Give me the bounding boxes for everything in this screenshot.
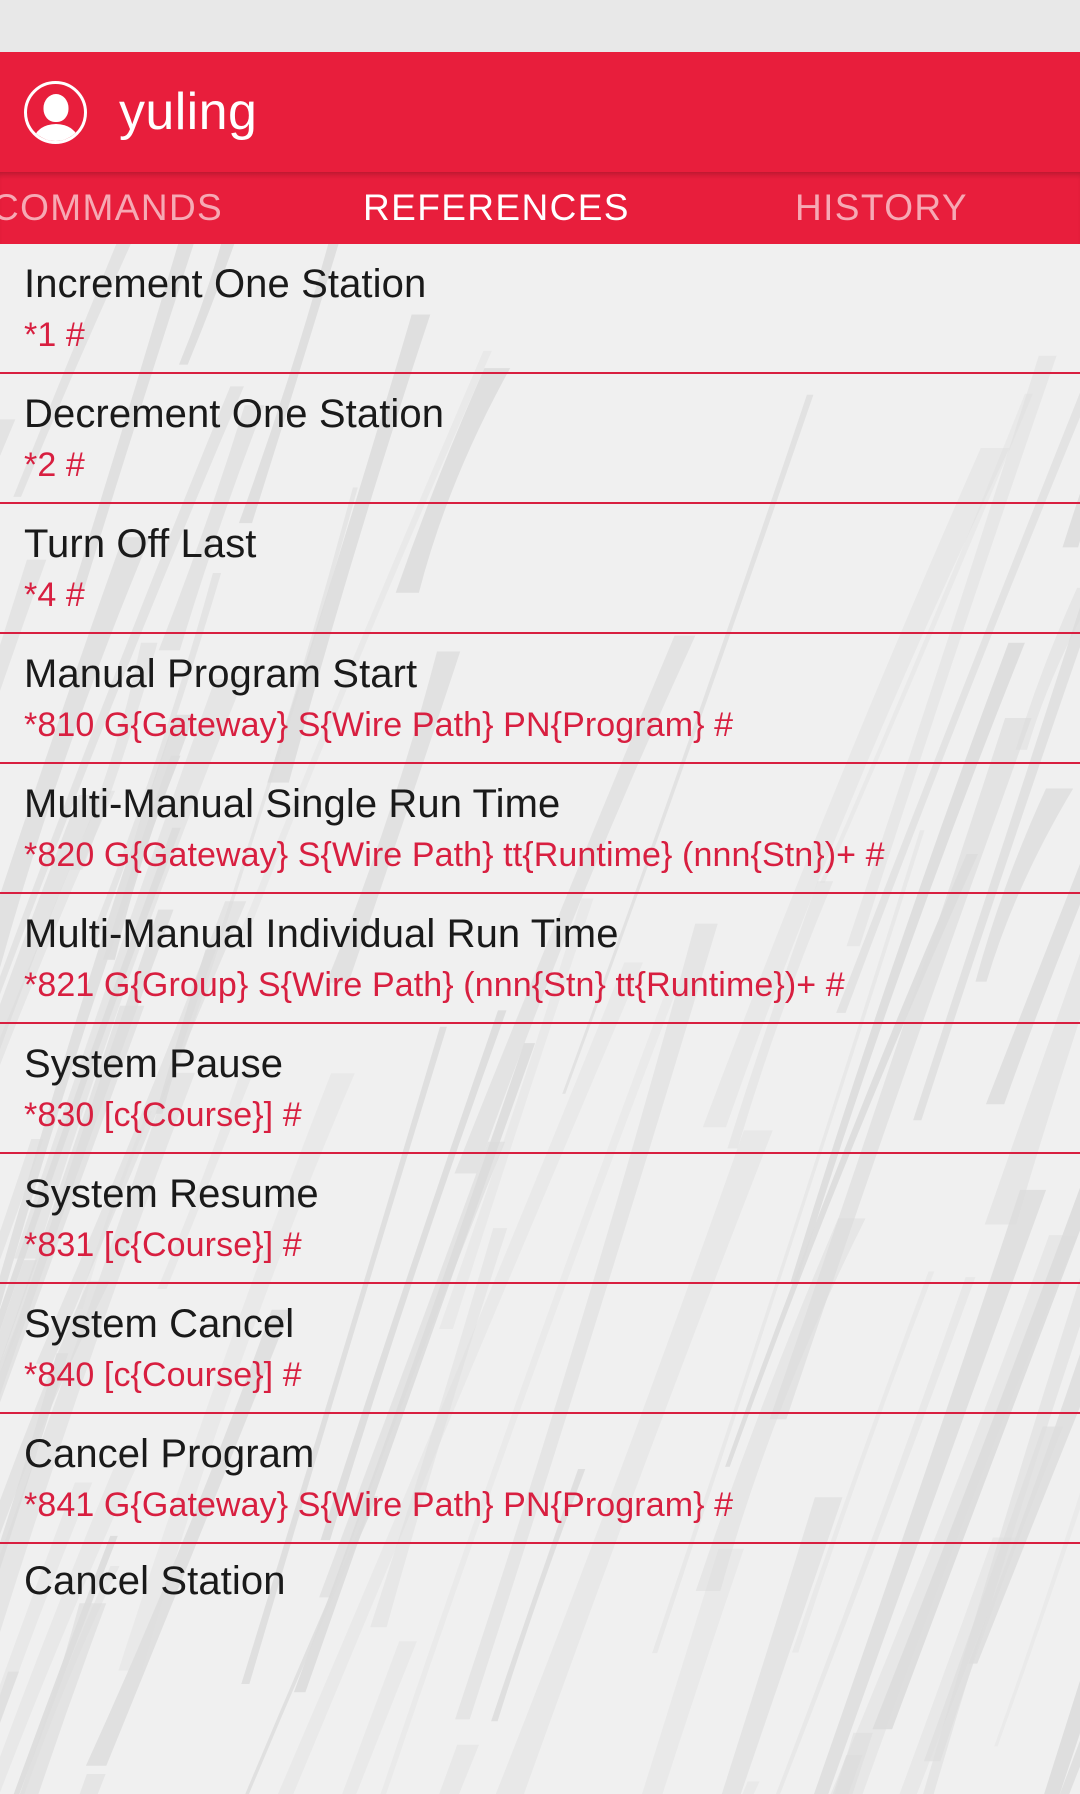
reference-code: *821 G{Group} S{Wire Path} (nnn{Stn} tt{… <box>24 965 845 1004</box>
tab-commands[interactable]: COMMANDS <box>0 187 223 229</box>
tab-history[interactable]: HISTORY <box>795 187 968 229</box>
person-avatar-icon[interactable] <box>24 80 87 144</box>
list-item[interactable]: Cancel Program *841 G{Gateway} S{Wire Pa… <box>0 1414 1080 1544</box>
reference-code: *2 # <box>24 445 85 484</box>
list-item[interactable]: Decrement One Station *2 # <box>0 374 1080 504</box>
reference-code: *831 [c{Course}] # <box>24 1225 302 1264</box>
reference-code: *841 G{Gateway} S{Wire Path} PN{Program}… <box>24 1485 734 1524</box>
tab-bar: COMMANDS REFERENCES HISTORY <box>0 172 1080 244</box>
list-item[interactable]: Cancel Station <box>0 1544 1080 1603</box>
references-list[interactable]: Increment One Station *1 # Decrement One… <box>0 244 1080 1794</box>
reference-code: *820 G{Gateway} S{Wire Path} tt{Runtime}… <box>24 835 885 874</box>
reference-title: Multi-Manual Single Run Time <box>24 781 561 826</box>
reference-title: Cancel Program <box>24 1431 315 1476</box>
reference-title: Decrement One Station <box>24 391 445 436</box>
reference-title: Increment One Station <box>24 261 427 306</box>
reference-code: *4 # <box>24 575 85 614</box>
page-title: yuling <box>119 83 258 141</box>
list-item[interactable]: Increment One Station *1 # <box>0 244 1080 374</box>
tab-references[interactable]: REFERENCES <box>363 187 630 229</box>
status-bar <box>0 0 1080 52</box>
list-item[interactable]: System Resume *831 [c{Course}] # <box>0 1154 1080 1284</box>
reference-code: *810 G{Gateway} S{Wire Path} PN{Program}… <box>24 705 734 744</box>
list-item[interactable]: System Pause *830 [c{Course}] # <box>0 1024 1080 1154</box>
reference-title: Multi-Manual Individual Run Time <box>24 911 619 956</box>
app-bar: yuling <box>0 52 1080 172</box>
reference-title: System Pause <box>24 1041 284 1086</box>
avatar-body-shape <box>33 123 78 141</box>
reference-code: *1 # <box>24 315 85 354</box>
avatar-head-shape <box>43 93 68 122</box>
reference-title: Manual Program Start <box>24 651 418 696</box>
list-item[interactable]: Manual Program Start *810 G{Gateway} S{W… <box>0 634 1080 764</box>
list-item[interactable]: Multi-Manual Individual Run Time *821 G{… <box>0 894 1080 1024</box>
reference-title: Turn Off Last <box>24 521 257 566</box>
reference-code: *840 [c{Course}] # <box>24 1355 302 1394</box>
reference-title: System Resume <box>24 1171 319 1216</box>
list-item[interactable]: Turn Off Last *4 # <box>0 504 1080 634</box>
reference-title: Cancel Station <box>24 1559 286 1603</box>
reference-code: *830 [c{Course}] # <box>24 1095 302 1134</box>
list-item[interactable]: System Cancel *840 [c{Course}] # <box>0 1284 1080 1414</box>
app-screen: yuling COMMANDS REFERENCES HISTORY Incre… <box>0 0 1080 1794</box>
reference-title: System Cancel <box>24 1301 295 1346</box>
list-item[interactable]: Multi-Manual Single Run Time *820 G{Gate… <box>0 764 1080 894</box>
